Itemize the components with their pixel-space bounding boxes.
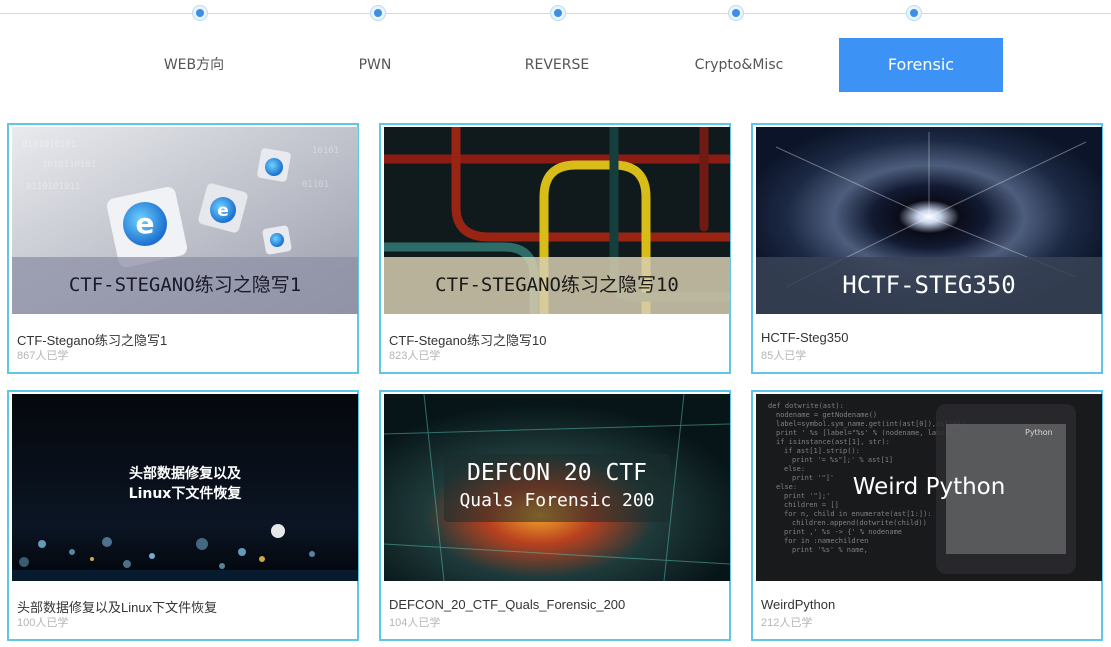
svg-text:children.append(dotwrite(child: children.append(dotwrite(child)) [792,519,927,527]
svg-text:if isinstance(ast[1], str):: if isinstance(ast[1], str): [776,438,890,446]
thumbnail-caption: HCTF-STEG350 [842,271,1016,299]
thumbnail-caption: 头部数据修复以及 Linux下文件恢复 [12,464,358,504]
tab-pwn[interactable]: PWN [293,38,457,92]
svg-text:print ' %s [label="%s' % (nod: print ' %s [label="%s' % (nodename, labe… [776,429,957,437]
svg-text:def dotwrite(ast):: def dotwrite(ast): [768,402,844,410]
svg-text:print '= %s"];' % ast[1]: print '= %s"];' % ast[1] [792,456,893,464]
course-title[interactable]: DEFCON_20_CTF_Quals_Forensic_200 [389,597,625,612]
course-card[interactable]: CTF-STEGANO练习之隐写10 CTF-Stegano练习之隐写10 82… [379,123,731,374]
svg-text:for in :namechildren: for in :namechildren [784,537,868,545]
course-card[interactable]: def dotwrite(ast): nodename = getNodenam… [751,390,1103,641]
course-card[interactable]: DEFCON 20 CTF Quals Forensic 200 DEFCON_… [379,390,731,641]
svg-text:e: e [217,201,229,221]
svg-text:10101: 10101 [312,146,339,156]
learner-count: 823人已学 [389,350,441,362]
svg-text:0101010101: 0101010101 [22,140,76,150]
svg-text:children = []: children = [] [784,501,839,509]
svg-text:print ,' %s -> {' % nodename: print ,' %s -> {' % nodename [784,528,902,536]
svg-text:e: e [136,207,155,240]
tab-forensic[interactable]: Forensic [839,38,1003,92]
thumbnail-caption: CTF-STEGANO练习之隐写10 [435,274,679,296]
svg-text:nodename = getNodename(): nodename = getNodename() [776,411,877,419]
thumbnail-caption: CTF-STEGANO练习之隐写1 [68,274,302,296]
svg-text:01101: 01101 [302,180,329,190]
svg-text:if ast[1].strip():: if ast[1].strip(): [784,447,860,455]
learner-count: 212人已学 [761,617,813,629]
learner-count: 104人已学 [389,617,441,629]
timeline-dot-3 [550,5,566,21]
timeline-dot-4 [728,5,744,21]
svg-text:print '%s' % name,: print '%s' % name, [792,546,868,554]
step-timeline [0,0,1111,30]
timeline-dot-5 [906,5,922,21]
thumbnail-caption: DEFCON 20 CTF Quals Forensic 200 [384,458,730,514]
tab-reverse[interactable]: REVERSE [475,38,639,92]
timeline-dot-2 [370,5,386,21]
learner-count: 85人已学 [761,350,807,362]
thumbnail-caption-line: Quals Forensic 200 [459,490,655,511]
course-card[interactable]: 0101010101 1010110101 0110101011 10101 0… [7,123,359,374]
svg-text:for n, child in enumerate(ast[: for n, child in enumerate(ast[1:]): [784,510,932,518]
thumbnail-caption-line: Linux下文件恢复 [128,486,242,502]
thumbnail-caption: Weird Python [852,474,1006,500]
thumbnail-caption-line: 头部数据修复以及 [129,466,241,482]
course-title[interactable]: HCTF-Steg350 [761,330,848,345]
tab-crypto-misc[interactable]: Crypto&Misc [657,38,821,92]
course-card[interactable]: 头部数据修复以及 Linux下文件恢复 头部数据修复以及 Linux下文件恢复 1… [7,390,359,641]
svg-text:0110101011: 0110101011 [26,182,80,192]
course-title[interactable]: WeirdPython [761,597,835,612]
thumbnail-caption-small: Python [1025,428,1053,437]
thumbnail-caption-line: DEFCON 20 CTF [466,460,647,486]
course-card[interactable]: HCTF-STEG350 HCTF-Steg350 85人已学 [751,123,1103,374]
timeline-dot-1 [192,5,208,21]
learner-count: 100人已学 [17,617,69,629]
tab-web[interactable]: WEB方向 [112,38,276,92]
learner-count: 867人已学 [17,350,69,362]
svg-text:1010110101: 1010110101 [42,160,96,170]
